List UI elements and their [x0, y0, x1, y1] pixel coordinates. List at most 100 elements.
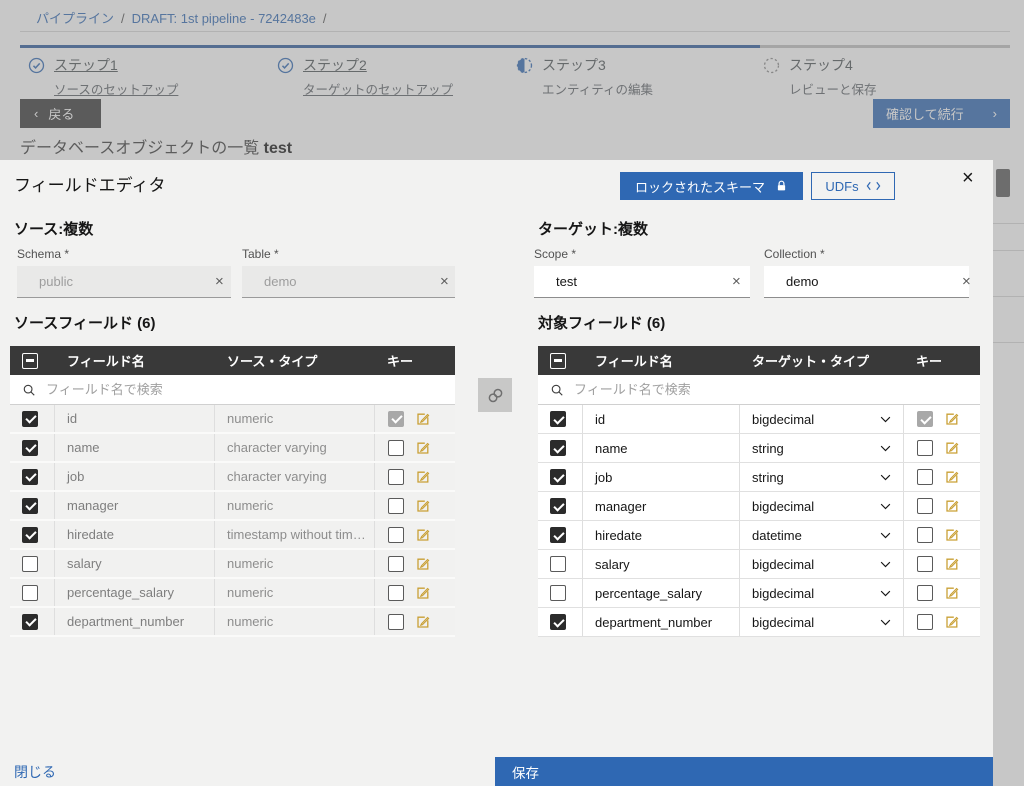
field-name: percentage_salary	[55, 579, 215, 606]
row-select-checkbox[interactable]	[22, 411, 38, 427]
key-checkbox[interactable]	[388, 585, 404, 601]
clear-icon[interactable]: ×	[440, 274, 449, 289]
key-checkbox[interactable]	[388, 469, 404, 485]
collection-input[interactable]	[786, 274, 962, 289]
row-select-checkbox[interactable]	[22, 556, 38, 572]
link-chain-icon	[486, 386, 505, 405]
field-type-select[interactable]: string	[740, 434, 904, 462]
key-checkbox[interactable]	[388, 527, 404, 543]
select-all-checkbox[interactable]	[550, 353, 566, 369]
target-field-search-row[interactable]	[538, 375, 980, 405]
udfs-button[interactable]: UDFs	[811, 172, 895, 200]
target-field-search-input[interactable]	[574, 382, 968, 397]
row-select-checkbox[interactable]	[550, 440, 566, 456]
row-select-checkbox[interactable]	[550, 469, 566, 485]
schema-search-field[interactable]: ×	[17, 266, 231, 298]
edit-icon[interactable]	[415, 527, 431, 543]
row-select-checkbox[interactable]	[550, 585, 566, 601]
key-checkbox[interactable]	[388, 498, 404, 514]
table-input[interactable]	[264, 274, 440, 289]
scope-input[interactable]	[556, 274, 732, 289]
modal-title: フィールドエディタ	[14, 171, 165, 196]
schema-input[interactable]	[39, 274, 215, 289]
link-fields-button[interactable]	[478, 378, 512, 412]
edit-icon[interactable]	[944, 614, 960, 630]
key-checkbox[interactable]	[917, 585, 933, 601]
row-select-checkbox[interactable]	[22, 440, 38, 456]
clear-icon[interactable]: ×	[962, 274, 971, 289]
chevron-down-icon	[880, 474, 891, 481]
edit-icon[interactable]	[944, 469, 960, 485]
clear-icon[interactable]: ×	[215, 274, 224, 289]
chevron-down-icon	[880, 532, 891, 539]
chevron-down-icon	[880, 445, 891, 452]
field-type-select[interactable]: bigdecimal	[740, 608, 904, 636]
row-select-checkbox[interactable]	[550, 556, 566, 572]
table-row: namecharacter varying	[10, 434, 455, 463]
key-checkbox[interactable]	[917, 440, 933, 456]
field-type-select[interactable]: bigdecimal	[740, 405, 904, 433]
table-row: managerbigdecimal	[538, 492, 980, 521]
edit-icon[interactable]	[415, 469, 431, 485]
edit-icon[interactable]	[944, 411, 960, 427]
key-cell	[904, 405, 980, 433]
row-select-cell	[10, 579, 55, 606]
table-row: hiredatetimestamp without tim…	[10, 521, 455, 550]
close-modal-link[interactable]: 閉じる	[14, 762, 56, 782]
row-select-checkbox[interactable]	[550, 527, 566, 543]
modal-backdrop-right	[993, 160, 1024, 786]
edit-icon[interactable]	[415, 498, 431, 514]
field-type-select[interactable]: bigdecimal	[740, 492, 904, 520]
edit-icon[interactable]	[415, 614, 431, 630]
key-checkbox[interactable]	[917, 556, 933, 572]
select-all-checkbox[interactable]	[22, 353, 38, 369]
clear-icon[interactable]: ×	[732, 274, 741, 289]
edit-icon[interactable]	[944, 556, 960, 572]
page-scrollbar-thumb[interactable]	[996, 169, 1010, 197]
table-row: idbigdecimal	[538, 405, 980, 434]
edit-icon[interactable]	[415, 556, 431, 572]
field-type-select[interactable]: bigdecimal	[740, 550, 904, 578]
edit-icon[interactable]	[415, 440, 431, 456]
key-checkbox	[917, 411, 933, 427]
row-select-checkbox[interactable]	[22, 614, 38, 630]
edit-icon[interactable]	[415, 585, 431, 601]
save-button[interactable]: 保存	[495, 757, 993, 786]
row-select-checkbox[interactable]	[22, 527, 38, 543]
edit-icon[interactable]	[944, 498, 960, 514]
field-type-select[interactable]: datetime	[740, 521, 904, 549]
key-checkbox[interactable]	[388, 556, 404, 572]
key-checkbox[interactable]	[917, 498, 933, 514]
table-row: hiredatedatetime	[538, 521, 980, 550]
row-select-cell	[538, 521, 583, 549]
key-checkbox[interactable]	[917, 469, 933, 485]
row-select-checkbox[interactable]	[550, 498, 566, 514]
scope-search-field[interactable]: ×	[534, 266, 750, 298]
table-row: department_numbernumeric	[10, 608, 455, 637]
table-row: percentage_salarybigdecimal	[538, 579, 980, 608]
row-select-checkbox[interactable]	[22, 469, 38, 485]
edit-icon[interactable]	[415, 411, 431, 427]
column-header-field-name: フィールド名	[55, 351, 215, 370]
row-select-checkbox[interactable]	[22, 498, 38, 514]
field-type-select[interactable]: bigdecimal	[740, 579, 904, 607]
source-field-search-input[interactable]	[46, 382, 443, 397]
field-type-select[interactable]: string	[740, 463, 904, 491]
source-field-search-row[interactable]	[10, 375, 455, 405]
key-checkbox[interactable]	[917, 527, 933, 543]
key-cell	[904, 608, 980, 636]
table-search-field[interactable]: ×	[242, 266, 455, 298]
edit-icon[interactable]	[944, 440, 960, 456]
edit-icon[interactable]	[944, 585, 960, 601]
row-select-checkbox[interactable]	[22, 585, 38, 601]
collection-search-field[interactable]: ×	[764, 266, 969, 298]
row-select-checkbox[interactable]	[550, 411, 566, 427]
row-select-checkbox[interactable]	[550, 614, 566, 630]
key-checkbox[interactable]	[388, 614, 404, 630]
locked-schema-button[interactable]: ロックされたスキーマ	[620, 172, 803, 200]
edit-icon[interactable]	[944, 527, 960, 543]
key-checkbox[interactable]	[917, 614, 933, 630]
key-checkbox[interactable]	[388, 440, 404, 456]
close-icon[interactable]: ×	[962, 168, 974, 188]
chevron-down-icon	[880, 503, 891, 510]
